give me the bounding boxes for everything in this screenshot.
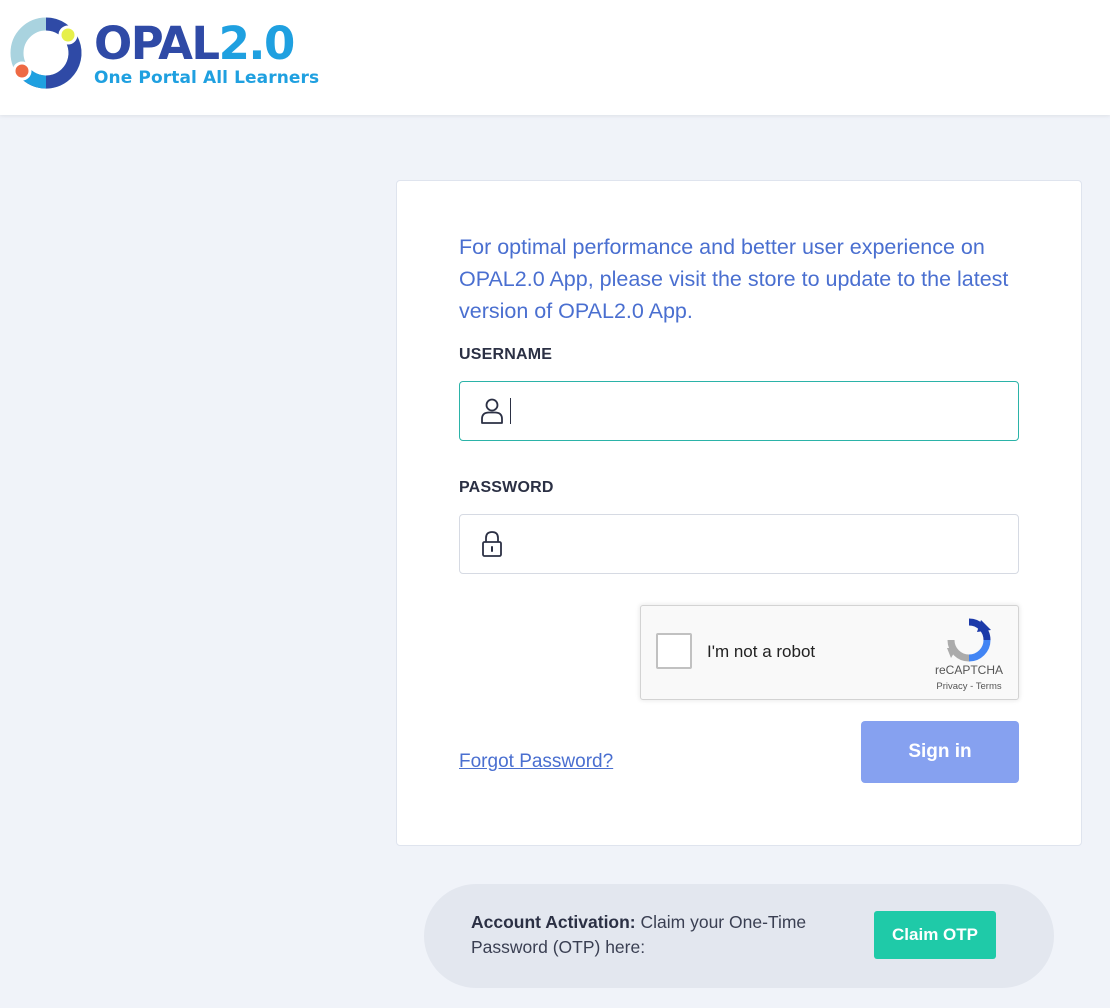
claim-otp-button[interactable]: Claim OTP: [874, 911, 996, 959]
opal-logo-link[interactable]: OPAL2.0 One Portal All Learners: [6, 14, 319, 92]
top-header: OPAL2.0 One Portal All Learners: [0, 0, 1110, 115]
username-input[interactable]: [511, 382, 1018, 440]
username-field[interactable]: [459, 381, 1019, 441]
username-label: USERNAME: [459, 346, 553, 363]
recaptcha-checkbox[interactable]: [656, 633, 692, 669]
recaptcha-privacy-terms-links[interactable]: Privacy - Terms: [921, 681, 1017, 692]
password-input[interactable]: [520, 515, 1018, 573]
update-notice: For optimal performance and better user …: [459, 235, 1009, 323]
sign-in-button[interactable]: Sign in: [861, 721, 1019, 783]
lock-icon: [460, 515, 520, 573]
opal-logo-icon: [10, 17, 82, 89]
password-label: PASSWORD: [459, 479, 554, 496]
activation-message: Account Activation: Claim your One-Time …: [471, 910, 831, 960]
logo-word-version: 2.0: [218, 17, 296, 70]
recaptcha-logo-icon: [947, 618, 991, 662]
logo-word-main: OPAL: [94, 17, 220, 70]
logo-tagline: One Portal All Learners: [94, 68, 320, 88]
forgot-password-link[interactable]: Forgot Password?: [459, 751, 613, 773]
login-card: For optimal performance and better user …: [396, 180, 1082, 846]
activation-title: Account Activation:: [471, 912, 636, 932]
password-field[interactable]: [459, 514, 1019, 574]
recaptcha-widget: I'm not a robot reCAPTCHA Privacy - Term…: [640, 605, 1019, 700]
account-activation-panel: Account Activation: Claim your One-Time …: [424, 884, 1054, 988]
recaptcha-label: I'm not a robot: [707, 642, 816, 661]
logo-wordmark: OPAL2.0: [94, 16, 296, 72]
recaptcha-brand: reCAPTCHA: [934, 663, 1003, 677]
